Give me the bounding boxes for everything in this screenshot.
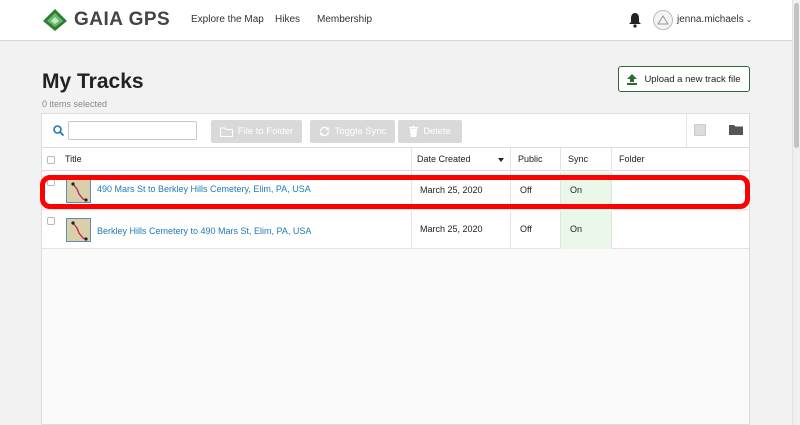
date-created: March 25, 2020 [420, 224, 483, 234]
nav-hikes[interactable]: Hikes [275, 14, 300, 25]
search-icon [53, 125, 64, 136]
upload-track-label: Upload a new track file [644, 73, 741, 85]
column-public[interactable]: Public [518, 154, 543, 164]
highlight-annotation [40, 175, 750, 209]
column-date-created[interactable]: Date Created [417, 154, 471, 164]
public-status[interactable]: Off [520, 224, 532, 234]
tracks-panel: File to Folder Toggle Sync Delete Title … [41, 113, 750, 425]
column-divider [510, 148, 511, 171]
file-to-folder-button[interactable]: File to Folder [211, 120, 302, 143]
folder-outline-icon [219, 127, 233, 137]
track-thumbnail[interactable] [66, 218, 91, 242]
table-row[interactable]: Berkley Hills Cemetery to 490 Mars St, E… [42, 211, 749, 249]
toggle-sync-label: Toggle Sync [334, 126, 387, 137]
top-navbar: GAIA GPS Explore the Map Hikes Membershi… [0, 0, 800, 41]
column-divider [611, 148, 612, 171]
column-divider [560, 211, 561, 249]
brand-name: GAIA GPS [74, 9, 171, 30]
gaia-gps-logo[interactable]: GAIA GPS [42, 8, 170, 32]
track-title-link[interactable]: Berkley Hills Cemetery to 490 Mars St, E… [97, 226, 311, 236]
sync-icon [319, 126, 330, 137]
sort-desc-icon[interactable] [498, 158, 504, 162]
gaia-mountain-icon [43, 9, 67, 31]
column-title[interactable]: Title [65, 154, 82, 164]
delete-button[interactable]: Delete [398, 120, 462, 143]
column-sync[interactable]: Sync [568, 154, 588, 164]
upload-track-button[interactable]: Upload a new track file [618, 66, 750, 92]
scrollbar-thumb[interactable] [794, 3, 799, 148]
avatar[interactable] [653, 10, 673, 30]
username: jenna.michaels [677, 14, 744, 25]
user-menu[interactable]: jenna.michaels ⌄ [677, 14, 752, 25]
column-folder[interactable]: Folder [619, 154, 645, 164]
table-header: Title Date Created Public Sync Folder [42, 148, 749, 171]
search-input[interactable] [68, 121, 197, 140]
view-tools [686, 114, 749, 147]
row-checkbox[interactable] [47, 217, 55, 225]
list-view-icon[interactable] [694, 124, 706, 136]
upload-icon [627, 73, 638, 85]
sync-status[interactable]: On [570, 224, 582, 234]
sync-cell-bg [560, 211, 611, 249]
trash-icon [409, 126, 419, 137]
delete-label: Delete [423, 126, 451, 137]
selected-count: 0 items selected [42, 99, 108, 109]
folder-icon[interactable] [729, 124, 743, 135]
column-divider [411, 211, 412, 249]
nav-membership[interactable]: Membership [317, 14, 372, 25]
toggle-sync-button[interactable]: Toggle Sync [310, 120, 395, 143]
user-avatar-icon [657, 15, 669, 25]
page-title: My Tracks [42, 70, 144, 93]
file-to-folder-label: File to Folder [237, 126, 294, 137]
notification-bell-icon[interactable] [628, 12, 642, 28]
tracks-toolbar: File to Folder Toggle Sync Delete [42, 114, 749, 148]
nav-explore-map[interactable]: Explore the Map [191, 14, 264, 25]
track-map-icon [71, 221, 88, 241]
column-divider [560, 148, 561, 171]
chevron-down-icon: ⌄ [745, 15, 753, 24]
column-divider [510, 211, 511, 249]
select-all-checkbox[interactable] [47, 156, 55, 164]
column-divider [611, 211, 612, 249]
column-divider [411, 148, 412, 171]
